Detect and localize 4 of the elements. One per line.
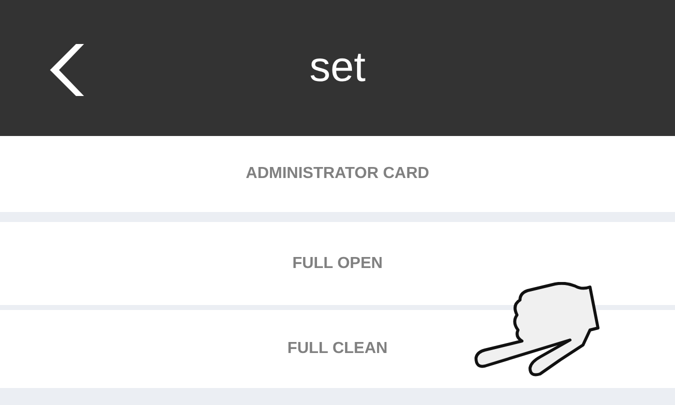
menu-item[interactable]: ADMINISTRATOR CARD bbox=[0, 136, 675, 212]
menu-item[interactable]: FULL CLEAN bbox=[0, 310, 675, 388]
page-title: set bbox=[309, 46, 366, 90]
menu-item[interactable]: FULL OPEN bbox=[0, 222, 675, 305]
